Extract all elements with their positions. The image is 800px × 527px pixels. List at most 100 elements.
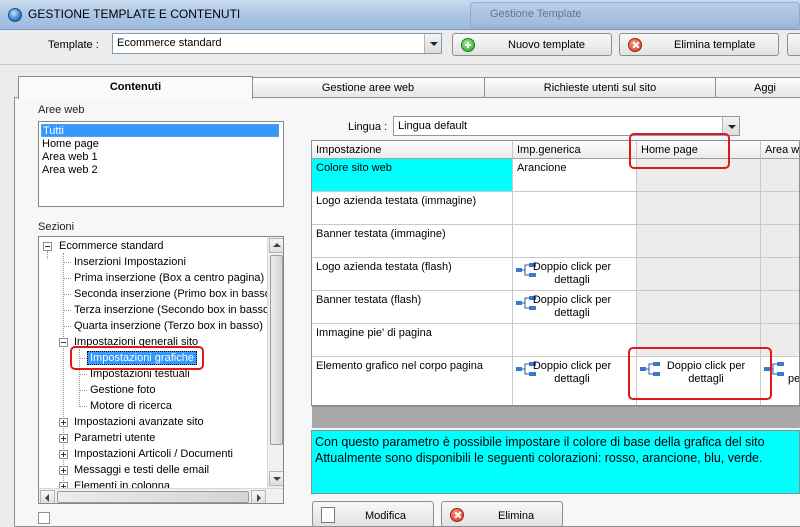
list-item[interactable]: Area web 2 [41,164,279,177]
scroll-up-icon[interactable] [269,238,283,253]
tree-guide-line [63,278,71,279]
column-header[interactable]: Impostazione [312,141,513,159]
table-cell[interactable] [513,324,637,357]
tree-item[interactable]: Impostazioni testuali [79,366,190,382]
scroll-right-icon[interactable] [251,490,266,503]
tree-guide-line [63,326,71,327]
table-cell-detail[interactable]: Doppio click per dettagli [513,357,637,405]
table-cell[interactable]: Logo azienda testata (flash) [312,258,513,291]
tree-item[interactable]: Motore di ricerca [79,398,172,414]
expand-icon[interactable] [59,434,68,443]
tree-item[interactable]: Messaggi e testi delle email [59,462,209,478]
tree-item[interactable]: Impostazioni grafiche [79,350,197,366]
column-header[interactable]: Imp.generica [513,141,637,159]
chevron-down-icon[interactable] [722,117,739,135]
list-item[interactable]: Area web 1 [41,151,279,164]
tree-guide-line [79,406,87,407]
collapse-icon[interactable] [43,242,52,251]
tree-item[interactable]: Seconda inserzione (Primo box in basso) [63,286,275,302]
tree-vertical-scrollbar[interactable] [267,237,283,488]
toolbar-divider [0,64,800,65]
table-cell[interactable] [637,291,761,324]
tree-item[interactable]: Impostazioni Articoli / Documenti [59,446,233,462]
template-select-value: Ecommerce standard [117,37,222,49]
tree-item[interactable]: Gestione foto [79,382,155,398]
expand-icon[interactable] [59,466,68,475]
table-cell[interactable]: Arancione [513,159,637,192]
extra-toolbar-button[interactable] [787,33,800,56]
table-cell[interactable] [761,159,799,192]
tree-guide-line [79,390,87,391]
table-cell[interactable] [761,291,799,324]
table-cell-detail[interactable]: Doppio click per dettagli [513,291,637,324]
table-cell-detail[interactable]: Doppio click per dettagli [637,357,761,405]
tab-richieste-utenti[interactable]: Richieste utenti sul sito [484,77,716,97]
scroll-left-icon[interactable] [40,490,55,503]
table-cell[interactable]: Elemento grafico nel corpo pagina [312,357,513,405]
table-cell[interactable] [761,324,799,357]
new-template-button[interactable]: Nuovo template [452,33,612,56]
tab-contenuti[interactable]: Contenuti [18,76,253,99]
table-cell[interactable] [637,225,761,258]
tab-aggiuntivo[interactable]: Aggi [715,77,800,97]
table-cell[interactable] [637,192,761,225]
chevron-down-icon[interactable] [424,34,441,53]
tree-item-label: Seconda inserzione (Primo box in basso) [74,288,275,300]
delete-icon [628,38,642,52]
table-cell[interactable] [513,192,637,225]
table-cell[interactable]: Banner testata (immagine) [312,225,513,258]
sezioni-tree[interactable]: Ecommerce standard Inserzioni Impostazio… [38,236,284,504]
option-checkbox[interactable] [38,512,50,524]
table-cell[interactable] [761,258,799,291]
title-bar: Gestione Template GESTIONE TEMPLATE E CO… [0,0,800,30]
window-title: GESTIONE TEMPLATE E CONTENUTI [28,7,241,21]
delete-template-button[interactable]: Elimina template [619,33,779,56]
new-template-label: Nuovo template [508,39,586,51]
settings-grid[interactable]: Impostazione Imp.generica Home page Area… [311,140,800,406]
scroll-thumb[interactable] [57,491,249,503]
modify-button[interactable]: Modifica [312,501,434,527]
scroll-down-icon[interactable] [269,471,283,486]
delete-button[interactable]: Elimina [441,501,563,527]
tree-item[interactable]: Impostazioni generali sito [59,334,198,350]
expand-icon[interactable] [59,418,68,427]
table-cell[interactable]: Logo azienda testata (immagine) [312,192,513,225]
table-cell-detail[interactable]: per [761,357,799,405]
table-cell[interactable]: Colore sito web [312,159,513,192]
template-select[interactable]: Ecommerce standard [112,33,442,54]
tree-item[interactable]: Prima inserzione (Box a centro pagina) [63,270,264,286]
table-cell[interactable]: Banner testata (flash) [312,291,513,324]
tab-gestione-aree-web[interactable]: Gestione aree web [251,77,485,97]
collapse-icon[interactable] [59,338,68,347]
tree-horizontal-scrollbar[interactable] [39,488,283,503]
app-icon [8,8,22,22]
tree-item[interactable]: Quarta inserzione (Terzo box in basso) [63,318,263,334]
expand-icon[interactable] [59,450,68,459]
aree-web-list[interactable]: Tutti Home page Area web 1 Area web 2 [38,121,284,207]
column-header[interactable]: Area we [761,141,799,159]
tree-item[interactable]: Impostazioni avanzate sito [59,414,204,430]
list-item[interactable]: Home page [41,138,279,151]
lingua-select[interactable]: Lingua default [393,116,740,136]
grid-footer [312,406,800,428]
tree-guide-line [79,374,87,375]
table-cell-detail[interactable]: Doppio click per dettagli [513,258,637,291]
column-header[interactable]: Home page [637,141,761,159]
list-item[interactable]: Tutti [41,124,279,137]
tree-item[interactable]: Terza inserzione (Secondo box in basso) [63,302,273,318]
table-cell[interactable] [637,258,761,291]
tree-item[interactable]: Parametri utente [59,430,155,446]
tree-item-label: Terza inserzione (Secondo box in basso) [74,304,273,316]
scroll-thumb[interactable] [270,255,283,445]
table-cell[interactable] [637,324,761,357]
table-cell[interactable] [513,225,637,258]
tree-guide-line [63,310,71,311]
table-cell[interactable]: Immagine pie' di pagina [312,324,513,357]
tree-item[interactable]: Ecommerce standard [43,238,164,254]
description-line: Attualmente sono disponibili le seguenti… [315,451,763,465]
table-cell[interactable] [761,225,799,258]
table-cell[interactable] [761,192,799,225]
tree-item[interactable]: Inserzioni Impostazioni [63,254,186,270]
table-cell[interactable] [637,159,761,192]
checkbox-label-cut [55,511,285,519]
